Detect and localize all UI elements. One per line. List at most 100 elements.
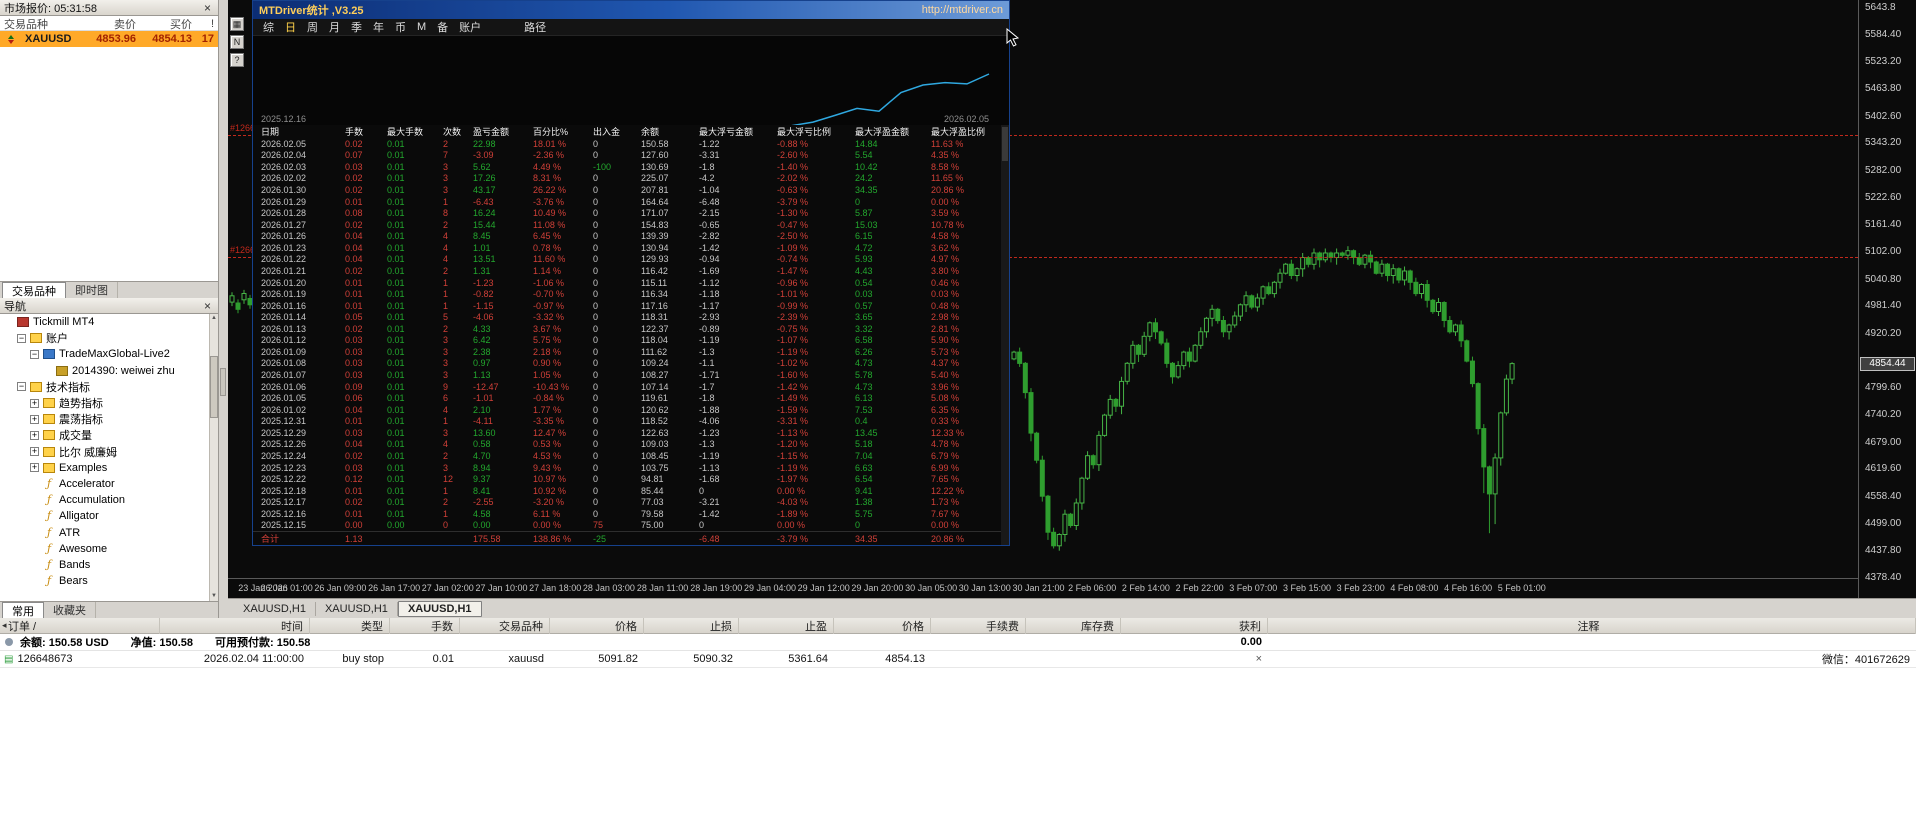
terminal-column-4[interactable]: 交易品种	[460, 618, 550, 634]
navigator-tab-1[interactable]: 收藏夹	[44, 602, 96, 618]
nav-item[interactable]: + Examples	[0, 460, 209, 476]
popup-menu-item[interactable]: 周	[307, 19, 318, 35]
market-watch-tab-0[interactable]: 交易品种	[2, 282, 66, 298]
popup-menu-item[interactable]: 季	[351, 19, 362, 35]
tree-expand-icon[interactable]: +	[30, 463, 39, 473]
tree-expand-icon[interactable]: +	[30, 430, 39, 440]
price-label: 4499.00	[1865, 517, 1902, 529]
column-symbol[interactable]: 交易品种	[0, 16, 82, 32]
nav-item[interactable]: Tickmill MT4	[0, 314, 209, 330]
navigator-scrollbar[interactable]: ▲ ▼	[209, 314, 218, 601]
time-axis[interactable]: 23 Jan 2026 26 Jan 01:00 26 Jan 09:00 26 Ja…	[228, 578, 1858, 598]
nav-item[interactable]: 2014390: weiwei zhu	[0, 363, 209, 379]
popup-menu-item[interactable]: 日	[285, 19, 296, 35]
scroll-up-icon[interactable]: ▲	[210, 314, 218, 323]
popup-menu-item[interactable]: M	[417, 21, 426, 33]
symbol-row-xauusd[interactable]: XAUUSD 4853.96 4854.13 17	[0, 31, 218, 47]
nav-item[interactable]: ƒ Awesome	[0, 541, 209, 557]
navigator-titlebar[interactable]: 导航 ×	[0, 298, 218, 314]
popup-url[interactable]: http://mtdriver.cn	[922, 4, 1003, 16]
balance-row[interactable]: 余额: 150.58 USD 净值: 150.58 可用预付款: 150.58 …	[0, 634, 1916, 651]
terminal-column-10[interactable]: 库存费	[1026, 618, 1121, 634]
popup-menu-item[interactable]: 币	[395, 19, 406, 35]
terminal-column-5[interactable]: 价格	[550, 618, 644, 634]
popup-scrollbar[interactable]	[1001, 125, 1009, 545]
scrollbar-thumb[interactable]	[210, 356, 218, 418]
splitter-grip[interactable]	[220, 368, 226, 396]
market-watch-titlebar[interactable]: 市场报价: 05:31:58 ×	[0, 0, 218, 16]
order-row[interactable]: ▤ 126648673 2026.02.04 11:00:00 buy stop 0.0…	[0, 651, 1916, 668]
popup-menu-item[interactable]: 备	[437, 19, 448, 35]
stats-cell: 150.58	[641, 138, 669, 149]
popup-titlebar[interactable]: MTDriver统计 ,V3.25 http://mtdriver.cn	[253, 1, 1009, 19]
chart-tab-0[interactable]: XAUUSD,H1	[234, 601, 316, 616]
stats-row: 2025.12.16 0.01 0.01 1 4.58 6.11 % 0 79.58 -1.42…	[253, 508, 1001, 520]
tree-collapse-icon[interactable]: −	[30, 349, 39, 359]
market-watch-tabs: 交易品种 即时图	[0, 281, 218, 298]
nav-item[interactable]: − 技术指标	[0, 379, 209, 395]
nav-item[interactable]: + 成交量	[0, 427, 209, 443]
terminal-column-3[interactable]: 手数	[390, 618, 460, 634]
nav-item[interactable]: ƒ Accumulation	[0, 492, 209, 508]
close-icon[interactable]: ×	[201, 300, 214, 312]
nav-item[interactable]: + 比尔 威廉姆	[0, 444, 209, 460]
nav-item[interactable]: ƒ Bands	[0, 557, 209, 573]
scroll-down-icon[interactable]: ▼	[210, 592, 218, 601]
grid-button[interactable]: ▦	[230, 17, 244, 31]
column-spread[interactable]: !	[196, 18, 218, 30]
tree-expand-icon[interactable]: +	[30, 398, 39, 408]
delete-order-button[interactable]: ×	[1256, 653, 1262, 665]
stats-cell: 0.54	[855, 277, 873, 288]
terminal-column-11[interactable]: 获利	[1121, 618, 1268, 634]
delete-order-button[interactable]: ×	[1121, 653, 1268, 665]
chart-mode-button[interactable]: N	[230, 35, 244, 49]
nav-item[interactable]: + 趋势指标	[0, 395, 209, 411]
close-icon[interactable]: ×	[201, 2, 214, 14]
popup-menu-item[interactable]: 账户	[459, 19, 481, 35]
terminal-column-1[interactable]: 时间	[160, 618, 310, 634]
terminal-column-12[interactable]: 注释	[1268, 618, 1916, 634]
statistics-popup[interactable]: MTDriver统计 ,V3.25 http://mtdriver.cn 综日周…	[252, 0, 1010, 546]
stats-cell: 0	[699, 520, 705, 531]
popup-menu-item-path[interactable]: 路径	[524, 19, 546, 35]
stats-row: 2025.12.17 0.02 0.01 2 -2.55 -3.20 % 0 77.03 -3.…	[253, 496, 1001, 508]
tree-expand-icon[interactable]: +	[30, 447, 39, 457]
tree-collapse-icon[interactable]: −	[17, 382, 26, 392]
nav-item[interactable]: ƒ ATR	[0, 524, 209, 540]
popup-menu-item[interactable]: 综	[263, 19, 274, 35]
navigator-panel: 导航 × Tickmill MT4− 账户 − TradeMaxGlobal-Live…	[0, 298, 219, 618]
nav-item[interactable]: − 账户	[0, 330, 209, 346]
price-axis[interactable]: 5643.8 5584.40 5523.20 5463.80 5402.60 5343.2…	[1858, 0, 1916, 598]
stats-total-cell: 20.86 %	[931, 533, 965, 544]
navigator-tab-0[interactable]: 常用	[2, 602, 44, 618]
market-watch-tab-1[interactable]: 即时图	[66, 282, 118, 298]
popup-menu-item[interactable]: 年	[373, 19, 384, 35]
terminal-column-9[interactable]: 手续费	[931, 618, 1026, 634]
chart-tab-1[interactable]: XAUUSD,H1	[316, 601, 398, 616]
help-button[interactable]: ?	[230, 53, 244, 67]
nav-item[interactable]: ƒ Alligator	[0, 508, 209, 524]
ask-value: 4854.13	[152, 33, 192, 45]
terminal-column-8[interactable]: 价格	[834, 618, 931, 634]
column-ask[interactable]: 买价	[140, 16, 196, 32]
tree-expand-icon[interactable]: +	[30, 414, 39, 424]
scrollbar-thumb[interactable]	[1002, 127, 1008, 161]
tree-collapse-icon[interactable]: −	[17, 333, 26, 343]
stats-cell: 0.01	[387, 219, 405, 230]
terminal-column-0[interactable]: 订单 /	[0, 618, 160, 634]
chart-tab-2[interactable]: XAUUSD,H1	[397, 600, 482, 617]
nav-item[interactable]: ƒ Accelerator	[0, 476, 209, 492]
popup-menu-item[interactable]: 月	[329, 19, 340, 35]
terminal-column-7[interactable]: 止盈	[739, 618, 834, 634]
terminal-column-2[interactable]: 类型	[310, 618, 390, 634]
stats-row: 2026.02.05 0.02 0.01 2 22.98 18.01 % 0 150.58 -1…	[253, 138, 1001, 150]
nav-item[interactable]: − TradeMaxGlobal-Live2	[0, 346, 209, 362]
nav-item[interactable]: + 震荡指标	[0, 411, 209, 427]
stats-cell: 116.42	[641, 265, 668, 276]
collapse-terminal-icon[interactable]: ◂	[2, 620, 7, 631]
terminal-column-6[interactable]: 止损	[644, 618, 739, 634]
stats-row: 2026.01.12 0.03 0.01 3 6.42 5.75 % 0 118.04 -1.1…	[253, 335, 1001, 347]
chart-area[interactable]: #126648673 tp 5361.64#126648673 buy stop…	[228, 0, 1916, 598]
nav-item[interactable]: ƒ Bears	[0, 573, 209, 589]
column-bid[interactable]: 卖价	[82, 16, 140, 32]
